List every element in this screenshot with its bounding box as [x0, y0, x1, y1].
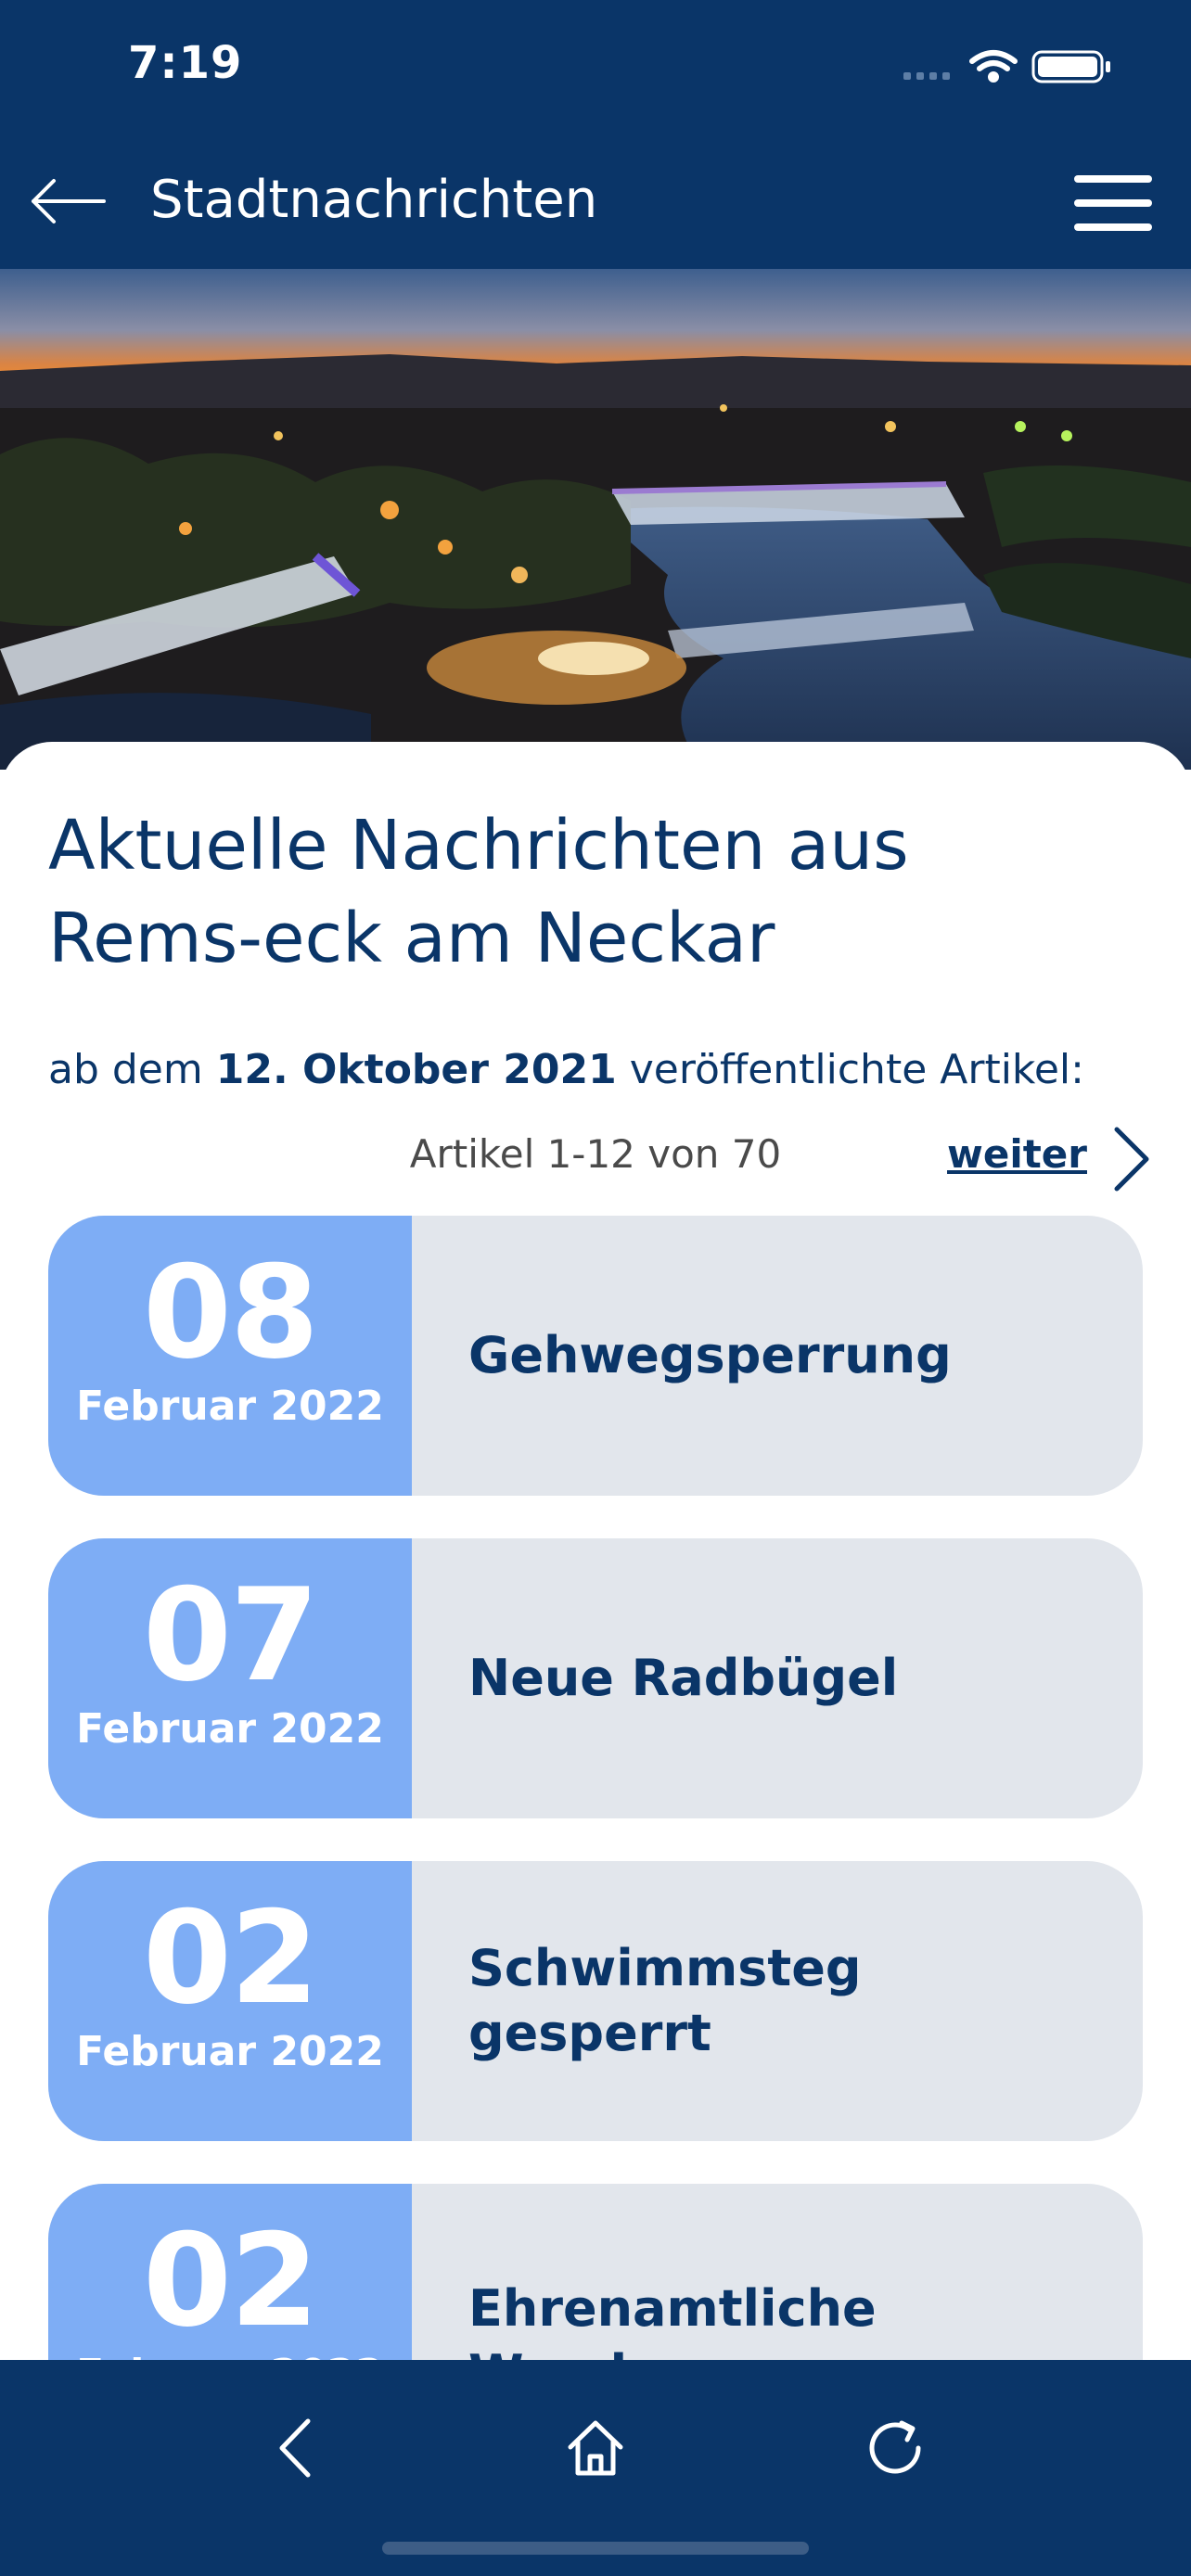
hamburger-menu-icon[interactable]	[1074, 173, 1152, 233]
status-icons	[903, 50, 1110, 83]
wifi-icon	[969, 50, 1018, 83]
article-day: 07	[142, 1561, 319, 1710]
status-time: 7:19	[128, 37, 243, 89]
article-title[interactable]: Ehrenamtliche Wander-	[468, 2184, 1118, 2360]
page-title: Stadtnachrichten	[150, 170, 598, 230]
article-card[interactable]: 08 Februar 2022 Gehwegsperrung	[48, 1216, 1143, 1496]
article-title[interactable]: Neue Radbügel	[468, 1538, 1118, 1818]
article-month: Februar 2022	[48, 2351, 412, 2360]
reload-icon[interactable]	[863, 2416, 928, 2480]
article-date-block: 02 Februar 2022	[48, 2184, 412, 2360]
article-month: Februar 2022	[76, 2028, 384, 2075]
back-arrow-icon[interactable]	[28, 173, 108, 229]
chevron-right-icon[interactable]	[1109, 1126, 1154, 1192]
article-date-block: 02 Februar 2022	[48, 1861, 412, 2141]
article-title[interactable]: Schwimmsteg gesperrt	[468, 1861, 1118, 2141]
article-day: 02	[142, 1883, 319, 2033]
article-day: 08	[142, 1238, 319, 1387]
hero-image	[0, 269, 1191, 770]
news-heading: Aktuelle Nachrichten aus Rems-eck am Nec…	[48, 806, 909, 978]
home-indicator	[382, 2542, 809, 2555]
article-month: Februar 2022	[76, 1383, 384, 1430]
since-text: ab dem 12. Oktober 2021 veröffentlichte …	[48, 1046, 1084, 1093]
article-card[interactable]: 02 Februar 2022 Ehrenamtliche Wander-	[48, 2184, 1143, 2360]
next-page-link[interactable]: weiter	[947, 1131, 1087, 1177]
since-date: 12. Oktober 2021	[215, 1046, 617, 1093]
news-content: Aktuelle Nachrichten aus Rems-eck am Nec…	[0, 742, 1191, 2360]
article-day: 02	[142, 2206, 319, 2355]
battery-icon	[1031, 50, 1110, 83]
article-date-block: 07 Februar 2022	[48, 1538, 412, 1818]
bottom-nav-bar	[0, 2360, 1191, 2576]
article-month: Februar 2022	[76, 1705, 384, 1753]
article-date-block: 08 Februar 2022	[48, 1216, 412, 1496]
status-bar: 7:19	[0, 0, 1191, 134]
article-card[interactable]: 02 Februar 2022 Schwimmsteg gesperrt	[48, 1861, 1143, 2141]
article-card[interactable]: 07 Februar 2022 Neue Radbügel	[48, 1538, 1143, 1818]
signal-icon	[903, 72, 950, 80]
app-bar: Stadtnachrichten	[0, 134, 1191, 269]
chevron-left-icon[interactable]	[263, 2416, 328, 2480]
home-icon[interactable]	[563, 2416, 628, 2480]
article-title[interactable]: Gehwegsperrung	[468, 1216, 1118, 1496]
